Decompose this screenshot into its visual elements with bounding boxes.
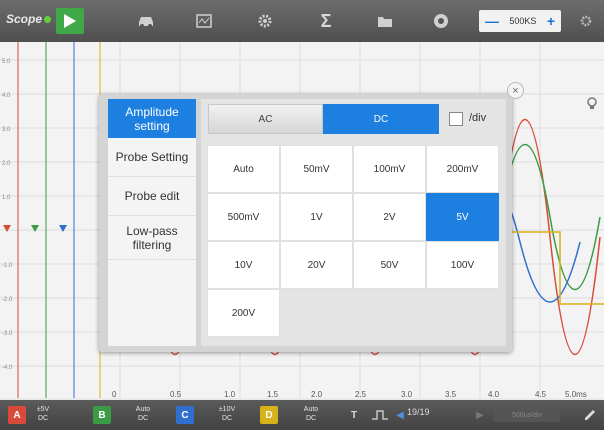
x-tick: 2.5 — [355, 390, 367, 399]
page-indicator: 19/19 — [407, 407, 430, 417]
channel-c-coupling: DC — [221, 415, 233, 422]
x-tick: 0 — [112, 390, 117, 399]
time-div-control[interactable]: 500us/div — [494, 408, 560, 422]
svg-text:-2.0: -2.0 — [2, 297, 13, 303]
svg-text:3.0: 3.0 — [2, 127, 11, 133]
range-option[interactable]: 50mV — [280, 145, 353, 193]
menu-item-low-pass-filtering[interactable]: Low-pass filtering — [108, 216, 196, 260]
settings-icon[interactable] — [573, 8, 599, 34]
x-tick: 1.0 — [224, 390, 236, 399]
range-option[interactable]: 1V — [280, 193, 353, 241]
per-div-checkbox[interactable] — [449, 112, 463, 126]
channel-a-coupling: DC — [37, 415, 49, 422]
play-icon — [64, 14, 76, 28]
app-logo: Scope — [6, 12, 52, 26]
pen-icon[interactable] — [580, 406, 600, 424]
range-option[interactable]: Auto — [207, 145, 280, 193]
sample-rate-value: 500KS — [509, 16, 537, 26]
range-option[interactable]: 10V — [207, 241, 280, 289]
sample-rate-control[interactable]: — 500KS + — [479, 10, 561, 32]
range-option[interactable]: 2V — [353, 193, 426, 241]
channel-a-button[interactable]: A — [8, 406, 26, 424]
svg-text:5.0: 5.0 — [2, 59, 11, 65]
channel-d-settings[interactable]: Auto DC — [296, 405, 326, 423]
x-tick: 3.5 — [445, 390, 457, 399]
svg-text:2.0: 2.0 — [2, 161, 11, 167]
range-grid: Auto 50mV 100mV 200mV 500mV 1V 2V 5V 10V… — [207, 145, 500, 337]
x-tick: 0.5 — [170, 390, 182, 399]
range-option[interactable]: 500mV — [207, 193, 280, 241]
car-icon[interactable] — [133, 8, 159, 34]
svg-text:-3.0: -3.0 — [2, 331, 13, 337]
menu-item-amplitude-setting[interactable]: Amplitude setting — [108, 99, 196, 138]
play-button[interactable] — [56, 8, 84, 34]
close-button[interactable]: × — [507, 82, 524, 99]
folder-icon[interactable] — [372, 8, 398, 34]
app-title: Scope — [6, 12, 43, 26]
channel-b-button[interactable]: B — [93, 406, 111, 424]
trigger-edge-icon[interactable] — [370, 406, 390, 424]
gear-icon[interactable] — [252, 8, 278, 34]
svg-text:4.0: 4.0 — [2, 93, 11, 99]
channel-d-button[interactable]: D — [260, 406, 278, 424]
channel-b-range: Auto — [135, 406, 151, 413]
x-tick: 2.0 — [311, 390, 323, 399]
channel-c-button[interactable]: C — [176, 406, 194, 424]
time-axis: 0 0.5 1.0 1.5 2.0 2.5 3.0 3.5 4.0 4.5 5.… — [0, 390, 604, 400]
svg-text:-1.0: -1.0 — [2, 263, 13, 269]
x-tick: 4.5 — [535, 390, 547, 399]
menu-item-probe-setting[interactable]: Probe Setting — [108, 138, 196, 177]
channel-b-coupling: DC — [137, 415, 149, 422]
coupling-dc-button[interactable]: DC — [323, 104, 439, 134]
decrease-rate-button[interactable]: — — [485, 13, 499, 29]
trigger-button[interactable]: T — [344, 406, 364, 424]
range-option[interactable]: 100V — [426, 241, 499, 289]
lightbulb-icon[interactable] — [585, 96, 599, 115]
range-option[interactable]: 200mV — [426, 145, 499, 193]
x-tick: 1.5 — [267, 390, 279, 399]
x-tick: 3.0 — [401, 390, 413, 399]
range-option[interactable]: 20V — [280, 241, 353, 289]
menu-item-probe-edit[interactable]: Probe edit — [108, 177, 196, 216]
sigma-icon[interactable]: Σ — [313, 8, 339, 34]
channel-a-range: ±5V — [36, 406, 50, 413]
channel-a-settings[interactable]: ±5V DC — [28, 405, 58, 423]
settings-menu: Amplitude setting Probe Setting Probe ed… — [108, 99, 196, 346]
increase-rate-button[interactable]: + — [547, 13, 555, 29]
status-dot-icon — [44, 16, 52, 24]
scope-screen-icon[interactable] — [191, 8, 217, 34]
range-option-selected[interactable]: 5V — [426, 193, 499, 241]
svg-text:-4.0: -4.0 — [2, 365, 13, 371]
svg-text:1.0: 1.0 — [2, 195, 11, 201]
camera-icon[interactable] — [428, 8, 454, 34]
range-option[interactable]: 50V — [353, 241, 426, 289]
channel-d-range: Auto — [303, 406, 319, 413]
coupling-ac-button[interactable]: AC — [208, 104, 323, 134]
range-option[interactable]: 100mV — [353, 145, 426, 193]
x-tick: 5.0ms — [565, 390, 587, 399]
channel-d-coupling: DC — [305, 415, 317, 422]
channel-c-settings[interactable]: ±10V DC — [212, 405, 242, 423]
x-tick: 4.0 — [488, 390, 500, 399]
top-toolbar: Scope Σ — 500KS + — [0, 0, 604, 42]
next-page-icon[interactable]: ▶ — [470, 406, 490, 424]
channel-c-range: ±10V — [218, 406, 236, 413]
channel-b-settings[interactable]: Auto DC — [128, 405, 158, 423]
range-option[interactable]: 200V — [207, 289, 280, 337]
per-div-label: /div — [469, 112, 487, 124]
bottom-toolbar: A ±5V DC B Auto DC C ±10V DC D Auto DC T ◀ 1… — [0, 400, 604, 430]
